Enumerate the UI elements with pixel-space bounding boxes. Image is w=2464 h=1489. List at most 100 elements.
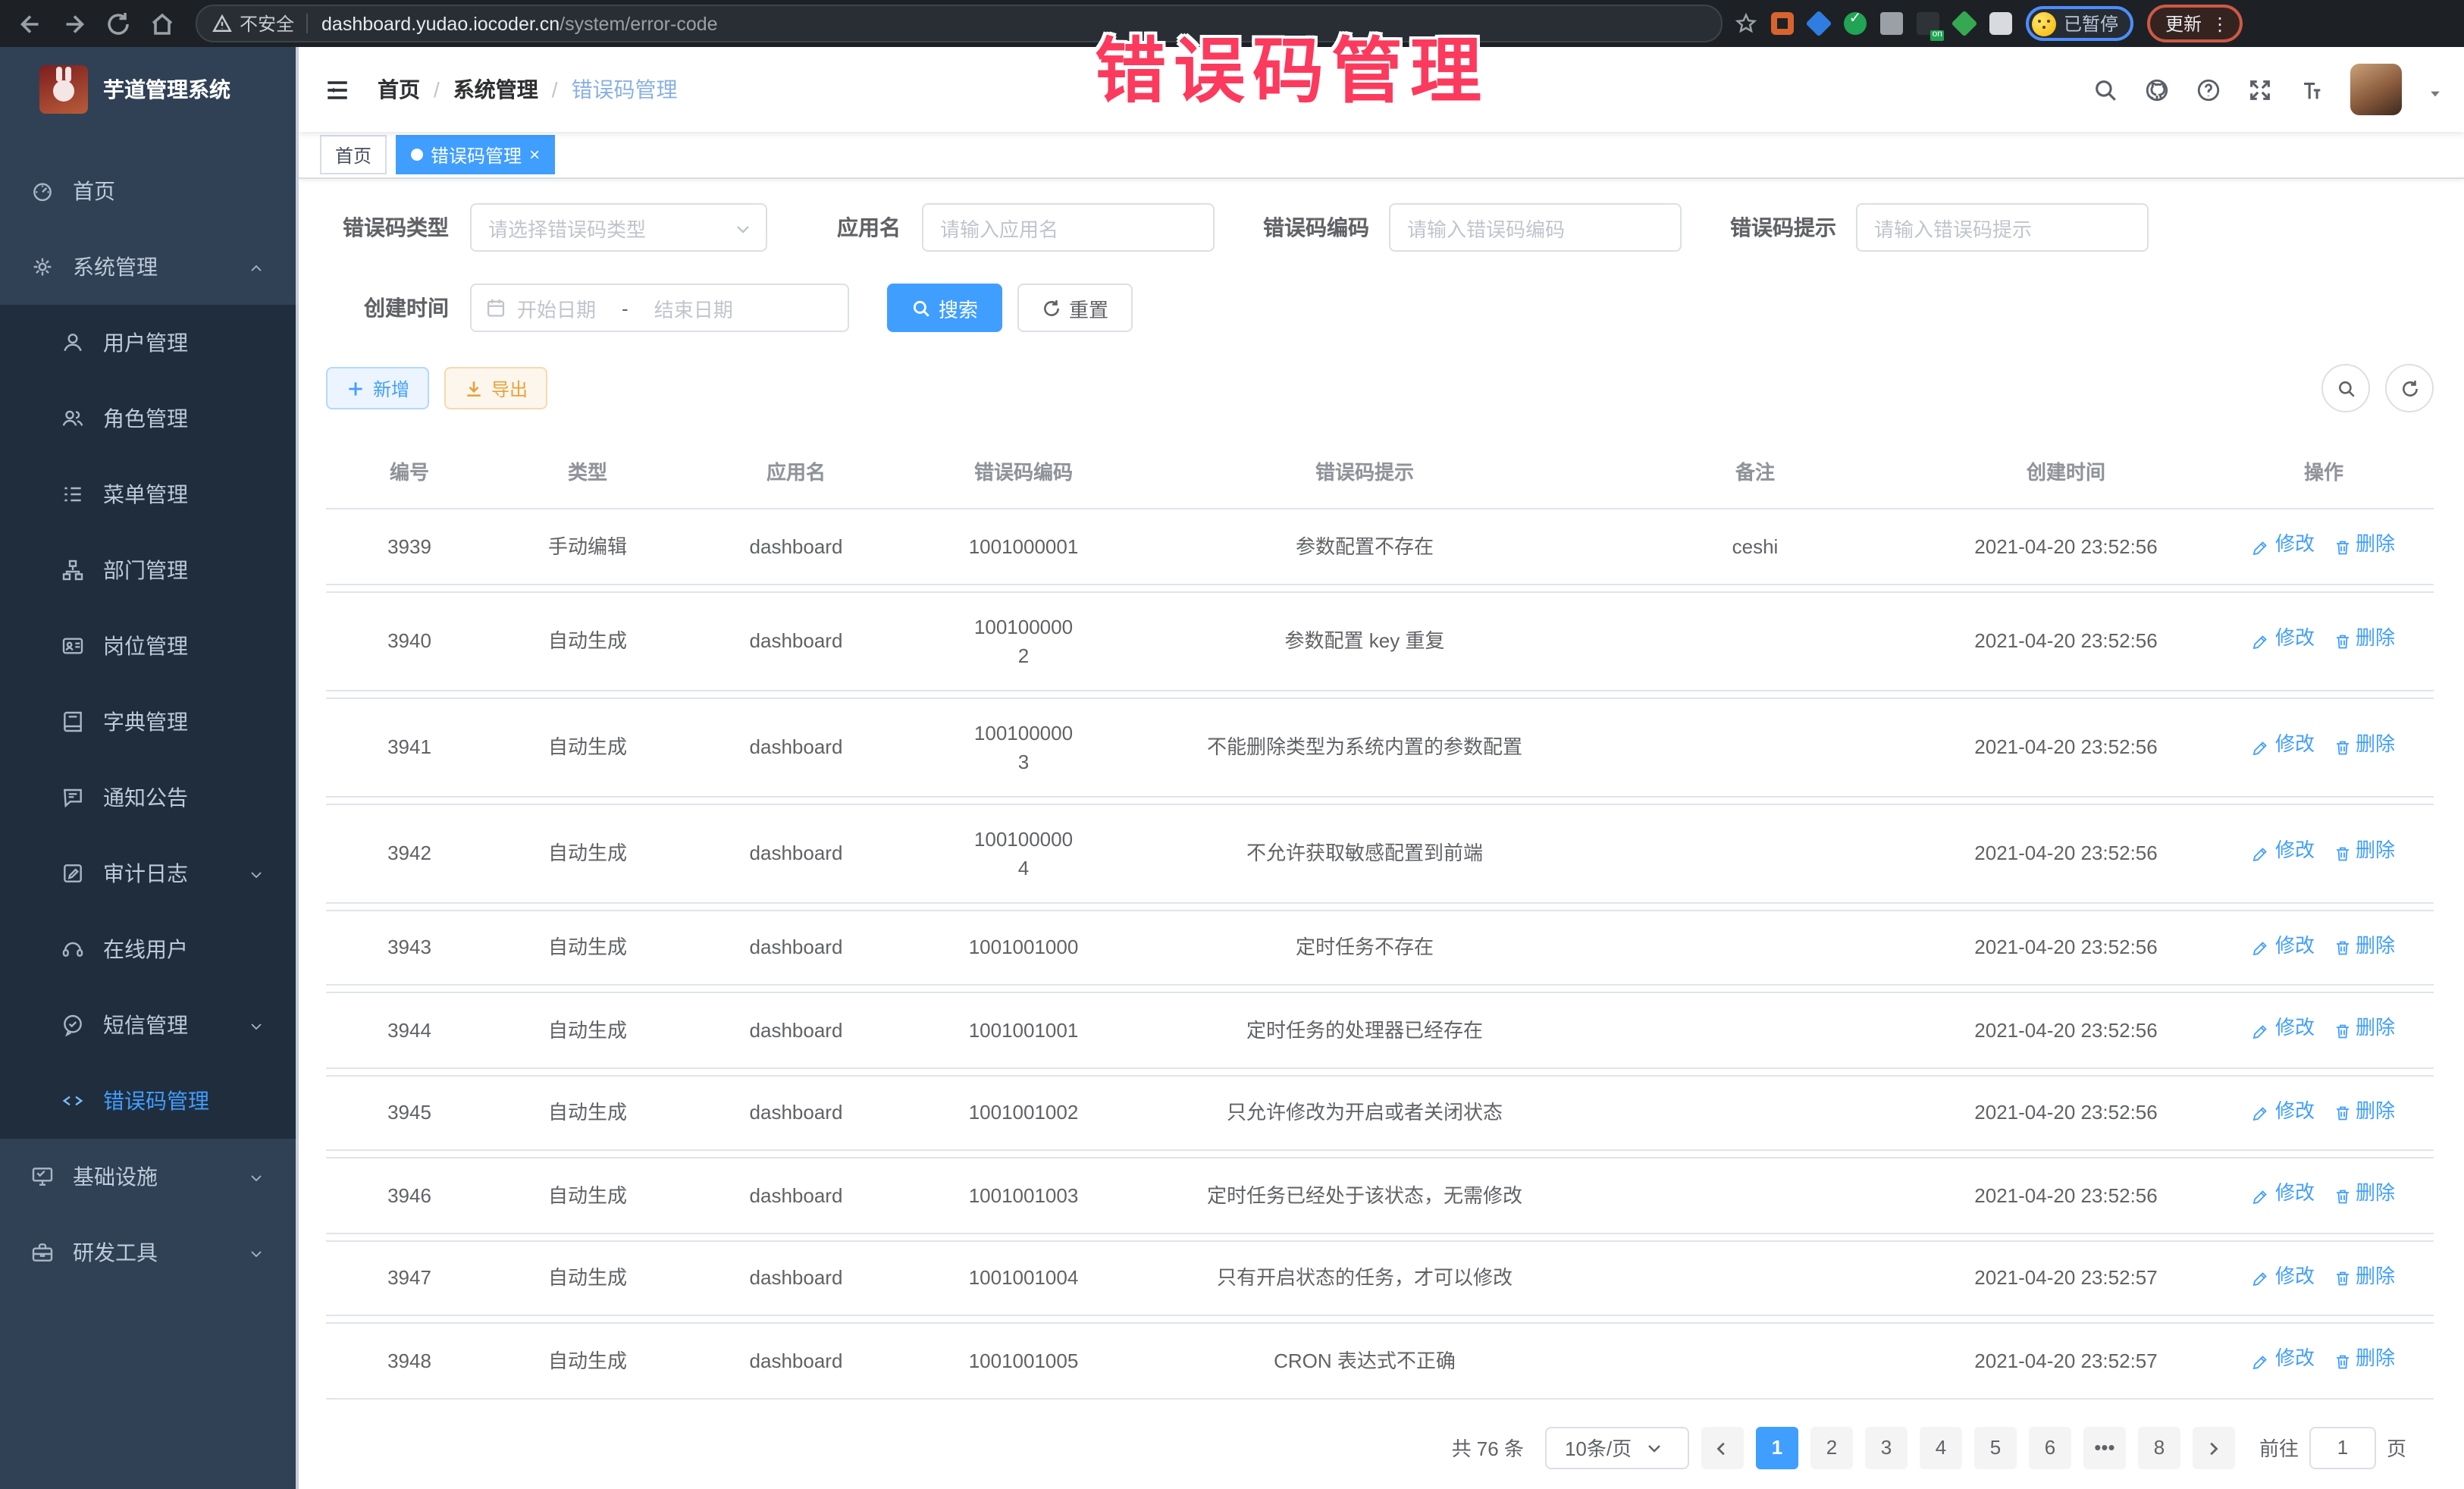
delete-link[interactable]: 删除	[2333, 930, 2395, 959]
add-button[interactable]: 新增	[326, 367, 429, 409]
delete-link[interactable]: 删除	[2333, 1096, 2395, 1124]
total-count: 共 76 条	[1452, 1433, 1524, 1462]
next-page-button[interactable]	[2193, 1426, 2235, 1469]
puzzle-extension-icon[interactable]	[1989, 12, 2012, 35]
url-host[interactable]: dashboard.yudao.iocoder.cn	[321, 13, 560, 34]
cell-type: 自动生成	[493, 591, 682, 691]
help-question-icon[interactable]	[2196, 77, 2221, 102]
page-button-1[interactable]: 1	[1756, 1426, 1798, 1469]
browser-reload-icon[interactable]	[105, 10, 132, 37]
sidebar-item-审计日志[interactable]: 审计日志	[0, 835, 299, 911]
date-range-picker[interactable]: 开始日期 - 结束日期	[470, 284, 849, 332]
address-bar[interactable]: 不安全 dashboard.yudao.iocoder.cn/system/er…	[196, 5, 1723, 42]
browser-menu-kebab-icon[interactable]: ⋮	[2211, 16, 2229, 31]
browser-back-icon[interactable]	[17, 10, 44, 37]
bookmark-star-icon[interactable]	[1735, 12, 1757, 35]
delete-link[interactable]: 删除	[2333, 1013, 2395, 1042]
page-button-4[interactable]: 4	[1920, 1426, 1962, 1469]
key-extension-icon[interactable]	[1951, 11, 1978, 37]
edit-link[interactable]: 修改	[2252, 1261, 2315, 1290]
fullscreen-icon[interactable]	[2247, 77, 2273, 102]
close-tag-icon[interactable]: ×	[529, 146, 540, 164]
edit-link[interactable]: 修改	[2252, 930, 2315, 959]
edit-link[interactable]: 修改	[2252, 1096, 2315, 1124]
delete-link[interactable]: 删除	[2333, 730, 2395, 759]
page-size-select[interactable]: 10条/页	[1545, 1426, 1689, 1469]
delete-link[interactable]: 删除	[2333, 1343, 2395, 1372]
page-button-8[interactable]: 8	[2138, 1426, 2180, 1469]
browser-update-button[interactable]: 更新 ⋮	[2147, 5, 2243, 42]
gem-extension-icon[interactable]	[1806, 11, 1832, 37]
cell-msg: 只有开启状态的任务，才可以修改	[1137, 1240, 1592, 1316]
security-label[interactable]: 不安全	[240, 11, 294, 36]
page-button-6[interactable]: 6	[2029, 1426, 2071, 1469]
user-menu-caret-icon[interactable]	[2428, 82, 2443, 97]
edit-link[interactable]: 修改	[2252, 836, 2315, 865]
delete-link[interactable]: 删除	[2333, 1178, 2395, 1207]
delete-link[interactable]: 删除	[2333, 624, 2395, 653]
cell-msg: 不能删除类型为系统内置的参数配置	[1137, 697, 1592, 797]
header-search-icon[interactable]	[2093, 77, 2118, 102]
app-name-input[interactable]: 请输入应用名	[922, 203, 1215, 252]
sidebar-item-系统管理[interactable]: 系统管理	[0, 229, 299, 305]
sidebar-toggle-hamburger-icon[interactable]	[323, 77, 352, 102]
url-path[interactable]: /system/error-code	[560, 13, 717, 34]
user-avatar[interactable]	[2350, 64, 2402, 115]
sidebar-item-首页[interactable]: 首页	[0, 153, 299, 229]
create-time-label: 创建时间	[326, 293, 449, 323]
page-button-5[interactable]: 5	[1974, 1426, 2017, 1469]
edit-link[interactable]: 修改	[2252, 529, 2315, 558]
grid-extension-icon[interactable]	[1880, 12, 1903, 35]
edit-link[interactable]: 修改	[2252, 1343, 2315, 1372]
sidebar-item-字典管理[interactable]: 字典管理	[0, 684, 299, 760]
column-header-备注: 备注	[1592, 443, 1918, 502]
edit-link[interactable]: 修改	[2252, 1178, 2315, 1207]
sidebar-item-在线用户[interactable]: 在线用户	[0, 911, 299, 987]
trash-icon	[2333, 842, 2351, 860]
cell-memo	[1592, 909, 1918, 986]
sidebar-item-通知公告[interactable]: 通知公告	[0, 760, 299, 835]
sidebar-item-研发工具[interactable]: 研发工具	[0, 1215, 299, 1290]
error-type-select[interactable]: 请选择错误码类型	[470, 203, 767, 252]
sidebar-item-岗位管理[interactable]: 岗位管理	[0, 608, 299, 684]
ublock-extension-icon[interactable]	[1771, 12, 1794, 35]
sidebar-item-短信管理[interactable]: 短信管理	[0, 987, 299, 1063]
cell-memo	[1592, 803, 1918, 903]
export-button[interactable]: 导出	[444, 367, 547, 409]
tag-首页[interactable]: 首页	[320, 135, 387, 174]
breadcrumb-system[interactable]: 系统管理	[453, 74, 538, 105]
github-icon[interactable]	[2144, 77, 2170, 102]
page-button-2[interactable]: 2	[1810, 1426, 1853, 1469]
breadcrumb-home[interactable]: 首页	[378, 74, 420, 105]
tag-错误码管理[interactable]: 错误码管理×	[396, 135, 555, 174]
error-msg-input[interactable]: 请输入错误码提示	[1856, 203, 2149, 252]
browser-forward-icon[interactable]	[61, 10, 88, 37]
sidebar-item-菜单管理[interactable]: 菜单管理	[0, 456, 299, 532]
page-button-3[interactable]: 3	[1865, 1426, 1908, 1469]
edit-link[interactable]: 修改	[2252, 730, 2315, 759]
goto-page-input[interactable]	[2309, 1426, 2376, 1469]
sidebar-item-角色管理[interactable]: 角色管理	[0, 381, 299, 456]
refresh-table-button[interactable]	[2385, 364, 2434, 412]
sidebar-item-错误码管理[interactable]: 错误码管理	[0, 1063, 299, 1139]
delete-link[interactable]: 删除	[2333, 836, 2395, 865]
reset-button[interactable]: 重置	[1017, 284, 1133, 332]
search-button[interactable]: 搜索	[887, 284, 1002, 332]
font-size-icon[interactable]	[2299, 77, 2324, 102]
more-pages-button[interactable]: •••	[2083, 1426, 2126, 1469]
browser-home-icon[interactable]	[149, 10, 176, 37]
delete-link[interactable]: 删除	[2333, 1261, 2395, 1290]
sidebar-item-用户管理[interactable]: 用户管理	[0, 305, 299, 381]
delete-link[interactable]: 删除	[2333, 529, 2395, 558]
edit-link[interactable]: 修改	[2252, 1013, 2315, 1042]
sidebar-item-部门管理[interactable]: 部门管理	[0, 532, 299, 608]
green-check-extension-icon[interactable]	[1844, 12, 1867, 35]
prev-page-button[interactable]	[1701, 1426, 1744, 1469]
edit-link[interactable]: 修改	[2252, 624, 2315, 653]
toggle-search-button[interactable]	[2321, 364, 2370, 412]
browser-profile-chip[interactable]: 已暂停	[2026, 6, 2133, 41]
sidebar-logo[interactable]: 芋道管理系统	[0, 47, 299, 132]
proxy-on-extension-icon[interactable]	[1917, 12, 1939, 35]
sidebar-item-基础设施[interactable]: 基础设施	[0, 1139, 299, 1215]
error-code-input[interactable]: 请输入错误码编码	[1389, 203, 1682, 252]
